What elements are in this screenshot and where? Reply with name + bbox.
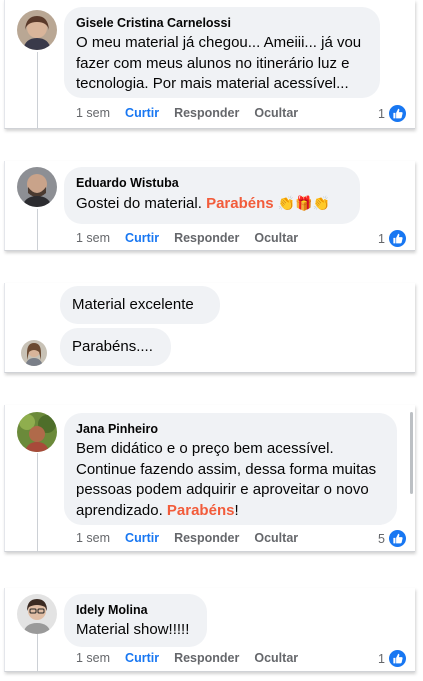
hide-button[interactable]: Ocultar: [254, 531, 298, 545]
comment-card: Jana Pinheiro Bem didático e o preço bem…: [4, 405, 415, 552]
comment-actions: 1 sem Curtir Responder Ocultar: [76, 531, 313, 545]
reply-button[interactable]: Responder: [174, 531, 239, 545]
thread-line: [37, 52, 38, 129]
reply-button[interactable]: Responder: [174, 106, 239, 120]
thumbs-up-icon: [388, 104, 407, 123]
avatar[interactable]: [17, 10, 57, 50]
reaction-count[interactable]: 5: [378, 529, 407, 548]
comment-time[interactable]: 1 sem: [76, 231, 110, 245]
hide-button[interactable]: Ocultar: [254, 231, 298, 245]
avatar[interactable]: [17, 167, 57, 207]
comment-time[interactable]: 1 sem: [76, 106, 110, 120]
comment-card: Eduardo Wistuba Gostei do material. Para…: [4, 161, 415, 251]
thumbs-up-icon: [388, 529, 407, 548]
like-button[interactable]: Curtir: [125, 651, 159, 665]
message-bubble: Material excelente: [60, 286, 220, 324]
comment-time[interactable]: 1 sem: [76, 531, 110, 545]
comment-bubble: Eduardo Wistuba Gostei do material. Para…: [64, 167, 360, 224]
reaction-count[interactable]: 1: [378, 229, 407, 248]
clap-gift-emoji: 👏🎁👏: [277, 195, 331, 211]
comment-bubble: Jana Pinheiro Bem didático e o preço bem…: [64, 413, 397, 525]
thumbs-up-icon: [388, 649, 407, 668]
comment-author[interactable]: Gisele Cristina Carnelossi: [76, 15, 368, 31]
reply-button[interactable]: Responder: [174, 231, 239, 245]
hide-button[interactable]: Ocultar: [254, 106, 298, 120]
message-bubble: Parabéns....: [60, 328, 171, 366]
comment-author[interactable]: Jana Pinheiro: [76, 421, 385, 437]
comment-actions: 1 sem Curtir Responder Ocultar: [76, 231, 313, 245]
like-button[interactable]: Curtir: [125, 531, 159, 545]
message-text: Material excelente: [72, 296, 194, 313]
thread-line: [37, 453, 38, 552]
comment-time[interactable]: 1 sem: [76, 651, 110, 665]
reply-button[interactable]: Responder: [174, 651, 239, 665]
comment-text: Material show!!!!!: [76, 621, 190, 638]
message-text: Parabéns....: [72, 338, 153, 355]
comment-bubble: Gisele Cristina Carnelossi O meu materia…: [64, 7, 380, 98]
thread-line: [37, 209, 38, 251]
reaction-count[interactable]: 1: [378, 649, 407, 668]
comment-author[interactable]: Idely Molina: [76, 602, 195, 618]
scrollbar[interactable]: [410, 412, 413, 494]
comment-bubble: Idely Molina Material show!!!!!: [64, 594, 207, 647]
like-button[interactable]: Curtir: [125, 231, 159, 245]
comment-author[interactable]: Eduardo Wistuba: [76, 175, 348, 191]
highlight-text: Parabéns: [206, 195, 274, 212]
avatar[interactable]: [21, 340, 47, 366]
highlight-text: Parabéns: [166, 501, 235, 519]
hide-button[interactable]: Ocultar: [254, 651, 298, 665]
like-button[interactable]: Curtir: [125, 106, 159, 120]
comment-text: Gostei do material. Parabéns 👏🎁👏: [76, 193, 348, 215]
comment-text-part: Gostei do material.: [76, 195, 207, 212]
reaction-count[interactable]: 1: [378, 104, 407, 123]
reaction-number: 1: [378, 106, 385, 121]
comment-card: Gisele Cristina Carnelossi O meu materia…: [4, 0, 415, 129]
comment-card: Material excelente Parabéns....: [4, 283, 415, 373]
thread-line: [37, 634, 38, 672]
thumbs-up-icon: [388, 229, 407, 248]
comment-text-part: !: [234, 501, 239, 519]
avatar[interactable]: [17, 594, 57, 634]
comment-text: O meu material já chegou... Ameiii... já…: [76, 34, 362, 92]
comment-card: Idely Molina Material show!!!!! 1 sem Cu…: [4, 588, 415, 672]
comment-actions: 1 sem Curtir Responder Ocultar: [76, 106, 313, 120]
comment-actions: 1 sem Curtir Responder Ocultar: [76, 651, 313, 665]
reaction-number: 1: [378, 231, 385, 246]
comment-text: Bem didático e o preço bem acessível. Co…: [76, 439, 385, 521]
avatar[interactable]: [17, 412, 57, 452]
reaction-number: 5: [378, 531, 385, 546]
reaction-number: 1: [378, 651, 385, 666]
